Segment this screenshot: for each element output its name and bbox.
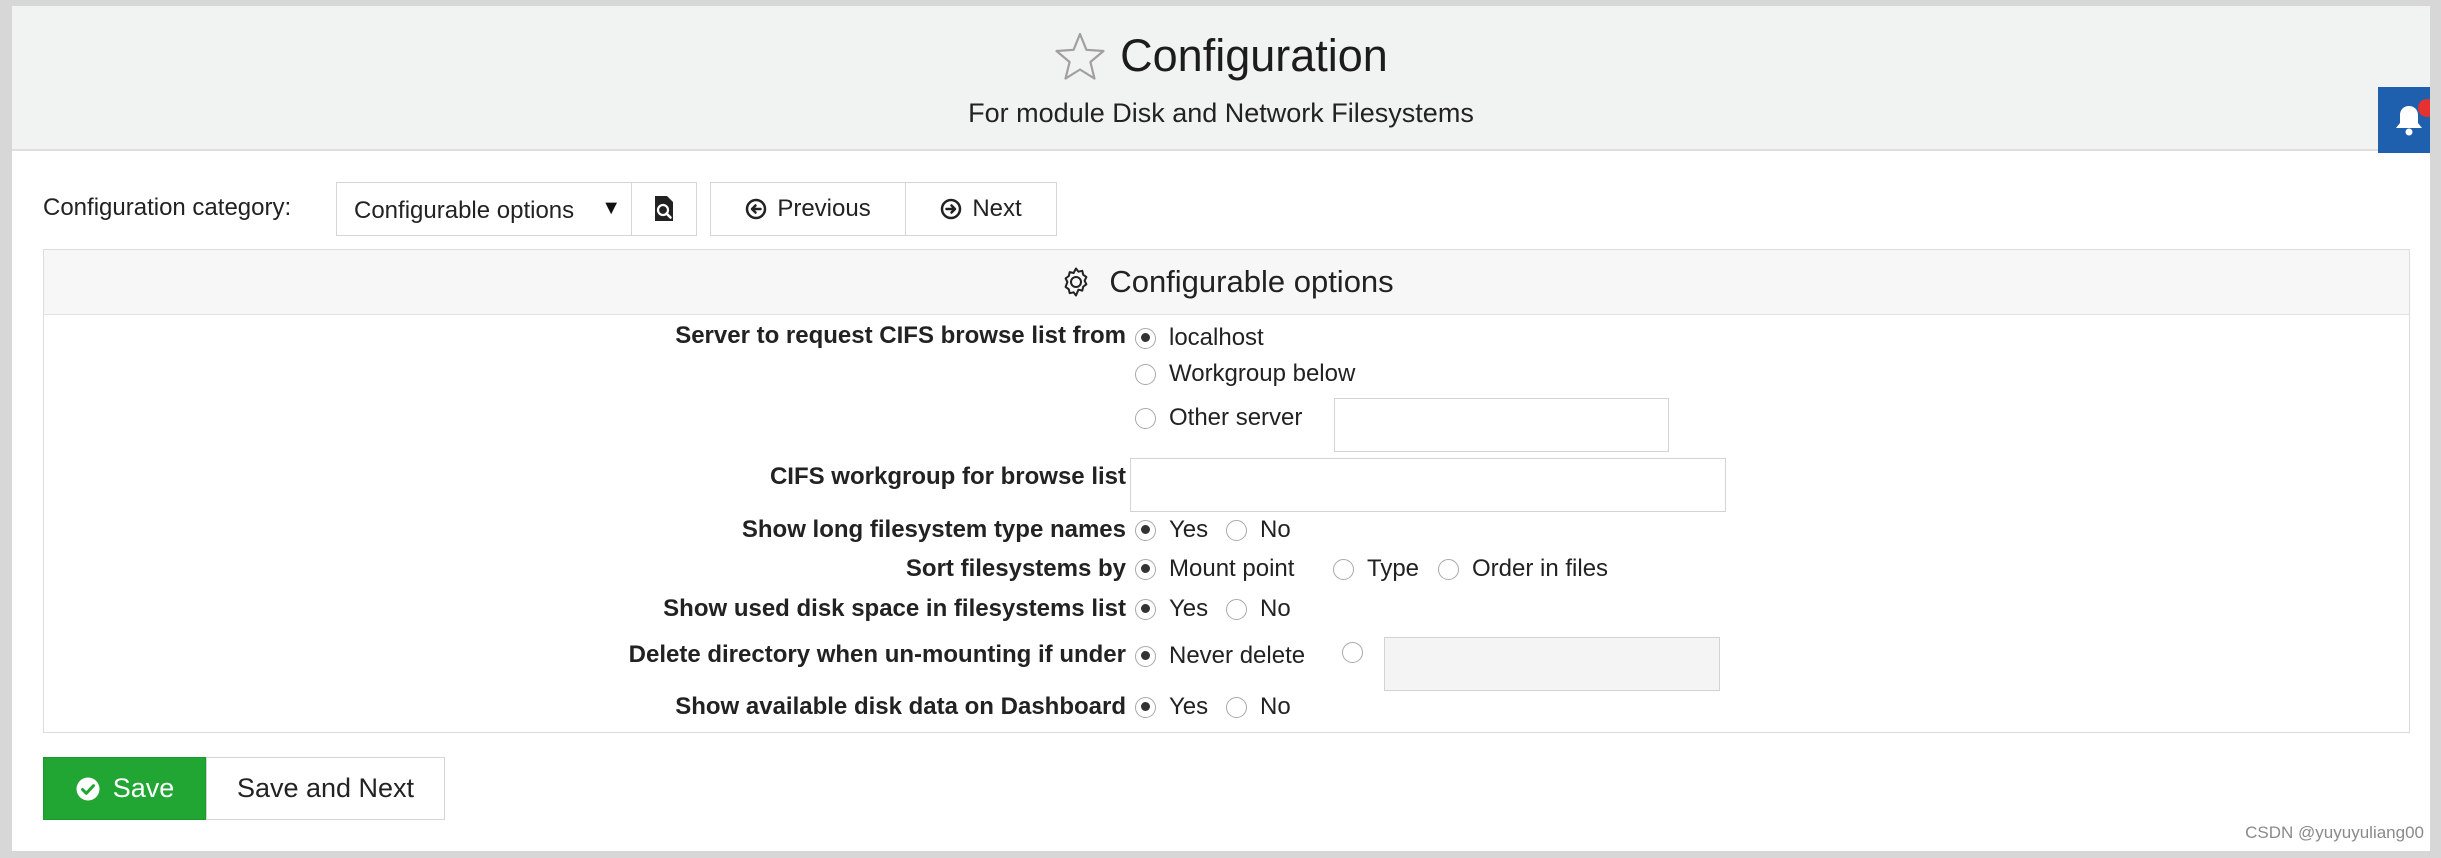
next-label: Next bbox=[972, 195, 1022, 222]
option-label: Other server bbox=[1169, 404, 1303, 431]
panel-title: Configurable options bbox=[1109, 264, 1394, 299]
option-label: Mount point bbox=[1169, 555, 1295, 582]
delete-under-path-input[interactable] bbox=[1384, 637, 1720, 691]
panel-header: Configurable options bbox=[44, 250, 2409, 315]
radio-sort-mount-point[interactable]: Mount point bbox=[1135, 555, 1294, 583]
row-label-delete-directory: Delete directory when un-mounting if und… bbox=[628, 641, 1126, 668]
category-label: Configuration category: bbox=[43, 194, 292, 221]
radio-button[interactable] bbox=[1135, 645, 1156, 667]
radio-workgroup-below[interactable]: Workgroup below bbox=[1135, 360, 1355, 388]
save-and-next-label: Save and Next bbox=[236, 773, 415, 803]
option-label: Yes bbox=[1169, 595, 1209, 622]
radio-button[interactable] bbox=[1226, 598, 1247, 620]
radio-long-names-no[interactable]: No bbox=[1226, 516, 1291, 544]
save-button[interactable]: Save bbox=[43, 757, 206, 820]
radio-localhost[interactable]: localhost bbox=[1135, 324, 1264, 352]
radio-button[interactable] bbox=[1135, 327, 1156, 349]
radio-button[interactable] bbox=[1226, 696, 1247, 718]
radio-used-space-yes[interactable]: Yes bbox=[1135, 595, 1208, 623]
row-label-cifs-workgroup: CIFS workgroup for browse list bbox=[769, 463, 1126, 490]
option-label: No bbox=[1260, 693, 1291, 720]
radio-button[interactable] bbox=[1342, 642, 1363, 663]
radio-sort-type[interactable]: Type bbox=[1333, 555, 1419, 583]
option-label: No bbox=[1260, 595, 1291, 622]
search-document-icon bbox=[655, 196, 673, 221]
arrow-circle-left-icon bbox=[746, 198, 767, 220]
previous-button[interactable]: Previous bbox=[710, 182, 906, 236]
option-label: localhost bbox=[1169, 324, 1264, 351]
previous-label: Previous bbox=[777, 195, 871, 222]
radio-never-delete[interactable]: Never delete bbox=[1135, 642, 1305, 670]
row-label-dashboard-disk-data: Show available disk data on Dashboard bbox=[675, 693, 1126, 720]
radio-button[interactable] bbox=[1135, 363, 1156, 385]
option-label: Type bbox=[1367, 555, 1420, 582]
other-server-input[interactable] bbox=[1334, 398, 1669, 452]
radio-button[interactable] bbox=[1438, 558, 1459, 580]
notifications-button[interactable] bbox=[2378, 87, 2430, 153]
radio-used-space-no[interactable]: No bbox=[1226, 595, 1291, 623]
row-label-sort-by: Sort filesystems by bbox=[905, 555, 1126, 582]
radio-button[interactable] bbox=[1135, 558, 1156, 580]
category-select[interactable]: Configurable options ▼ bbox=[336, 182, 632, 236]
title-row: Configuration bbox=[12, 30, 2430, 82]
watermark: CSDN @yuyuyuliang00 bbox=[2245, 823, 2424, 842]
radio-button[interactable] bbox=[1333, 558, 1354, 580]
radio-button[interactable] bbox=[1135, 519, 1156, 541]
radio-sort-order-in-files[interactable]: Order in files bbox=[1438, 555, 1608, 583]
category-search-button[interactable] bbox=[632, 182, 697, 236]
option-label: No bbox=[1260, 516, 1291, 543]
option-label: Yes bbox=[1169, 693, 1209, 720]
arrow-circle-right-icon bbox=[941, 198, 962, 220]
option-label: Order in files bbox=[1472, 555, 1609, 582]
radio-button[interactable] bbox=[1226, 519, 1247, 541]
cifs-workgroup-input[interactable] bbox=[1130, 458, 1726, 512]
row-label-used-disk-space: Show used disk space in filesystems list bbox=[663, 595, 1126, 622]
radio-long-names-yes[interactable]: Yes bbox=[1135, 516, 1208, 544]
radio-dashboard-yes[interactable]: Yes bbox=[1135, 693, 1208, 721]
page-header: Configuration For module Disk and Networ… bbox=[12, 6, 2430, 153]
radio-dashboard-no[interactable]: No bbox=[1226, 693, 1291, 721]
radio-button[interactable] bbox=[1135, 696, 1156, 718]
radio-button[interactable] bbox=[1135, 407, 1156, 429]
option-label: Never delete bbox=[1169, 642, 1306, 669]
config-page: Configuration For module Disk and Networ… bbox=[12, 6, 2430, 851]
row-label-cifs-server: Server to request CIFS browse list from bbox=[675, 322, 1126, 349]
option-label: Workgroup below bbox=[1169, 360, 1356, 387]
radio-delete-under-path[interactable] bbox=[1342, 642, 1376, 663]
save-label: Save bbox=[112, 773, 175, 803]
gear-icon bbox=[1064, 267, 1088, 297]
row-label-long-type-names: Show long filesystem type names bbox=[741, 516, 1126, 543]
notification-badge bbox=[2418, 99, 2430, 117]
page-subtitle: For module Disk and Network Filesystems bbox=[968, 98, 1474, 128]
category-select-value: Configurable options bbox=[354, 197, 575, 224]
star-outline-icon[interactable] bbox=[1054, 31, 1106, 81]
options-panel: Configurable options Server to request C… bbox=[43, 249, 2410, 733]
radio-other-server[interactable]: Other server bbox=[1135, 404, 1302, 432]
check-circle-icon bbox=[76, 777, 100, 800]
page-title: Configuration bbox=[1120, 30, 1388, 81]
next-button[interactable]: Next bbox=[905, 182, 1057, 236]
dropdown-arrow-icon: ▼ bbox=[601, 197, 621, 219]
save-and-next-button[interactable]: Save and Next bbox=[206, 757, 445, 820]
radio-button[interactable] bbox=[1135, 598, 1156, 620]
option-label: Yes bbox=[1169, 516, 1209, 543]
